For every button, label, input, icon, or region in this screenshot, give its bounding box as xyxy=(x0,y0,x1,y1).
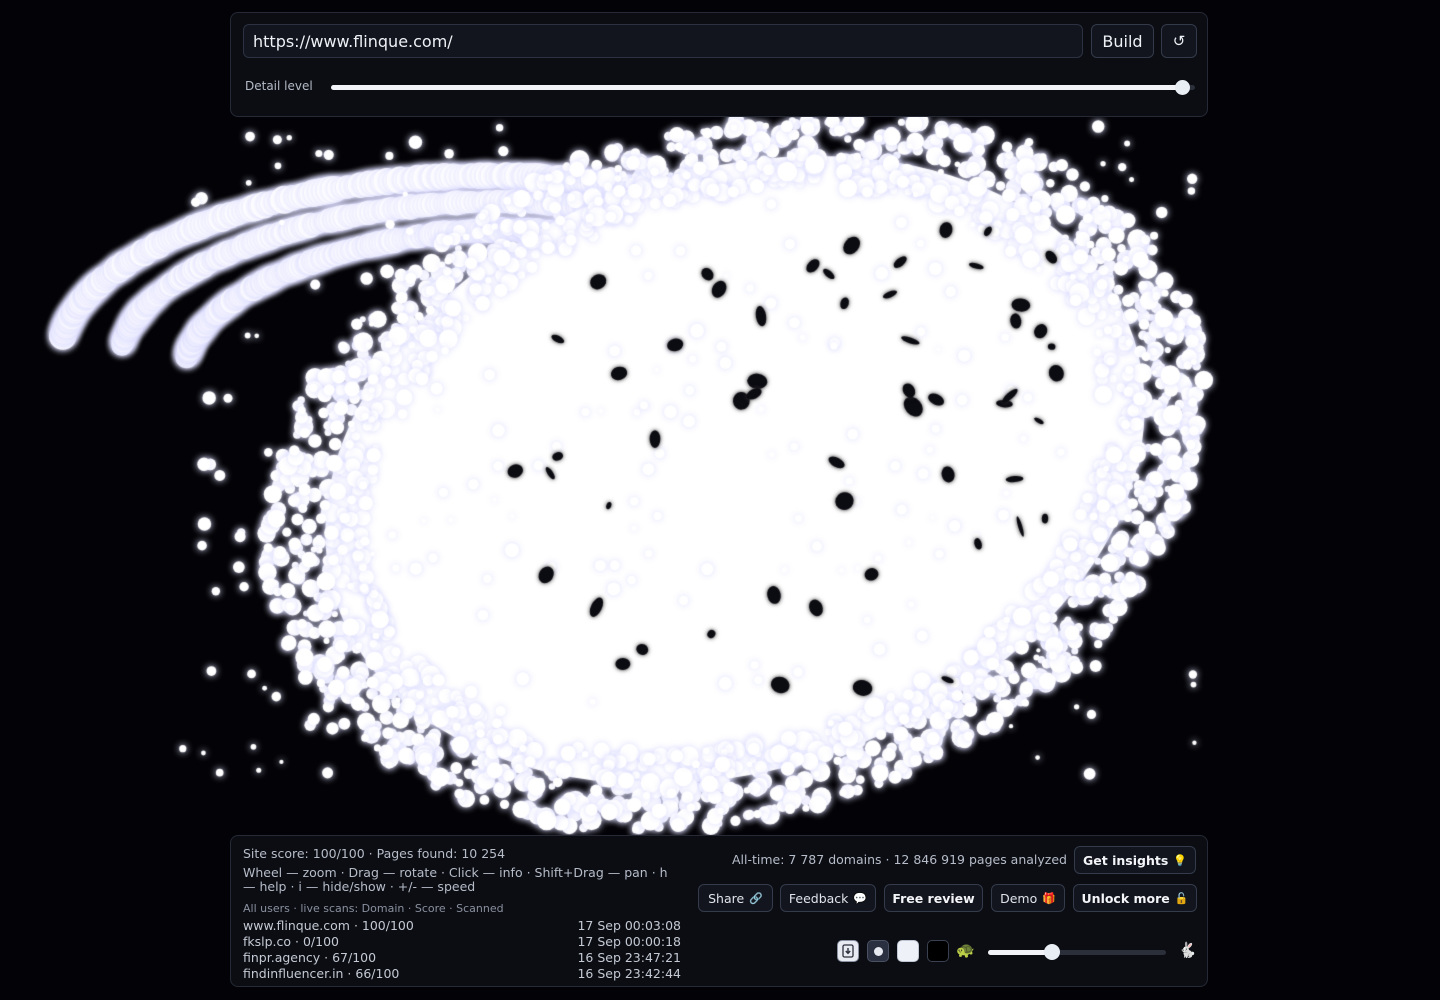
demo-label: Demo xyxy=(1000,890,1038,906)
point-size-button[interactable] xyxy=(867,940,889,962)
build-button[interactable]: Build xyxy=(1091,24,1154,58)
share-button[interactable]: Share 🔗 xyxy=(698,884,773,912)
unlock-icon: 🔓 xyxy=(1174,891,1189,905)
alltime-stats-text: All-time: 7 787 domains · 12 846 919 pag… xyxy=(732,852,1067,867)
speech-bubble-icon: 💬 xyxy=(853,891,868,905)
controls-help-text: Wheel — zoom · Drag — rotate · Click — i… xyxy=(243,865,668,894)
detail-level-fill xyxy=(331,85,1182,90)
share-label: Share xyxy=(708,890,745,906)
white-bg-swatch[interactable] xyxy=(897,940,919,962)
speed-slider[interactable] xyxy=(988,944,1166,960)
lightbulb-icon: 💡 xyxy=(1173,853,1187,867)
reset-icon: ↺ xyxy=(1172,32,1186,50)
link-icon: 🔗 xyxy=(749,891,763,905)
free-review-label: Free review xyxy=(892,890,975,906)
scan-domain: www.flinque.com · 100/100 xyxy=(243,918,414,933)
speed-thumb[interactable] xyxy=(1044,944,1060,960)
dot-icon xyxy=(873,946,883,956)
feedback-button[interactable]: Feedback 💬 xyxy=(780,884,876,912)
scan-time: 16 Sep 23:42:44 xyxy=(577,966,681,981)
reset-button[interactable]: ↺ xyxy=(1161,24,1197,58)
scan-domain: fkslp.co · 0/100 xyxy=(243,934,339,949)
speed-fill xyxy=(988,950,1052,955)
detail-level-label: Detail level xyxy=(245,79,313,93)
scan-row[interactable]: fkslp.co · 0/100 17 Sep 00:00:18 xyxy=(243,934,683,950)
scan-row[interactable]: finpr.agency · 67/100 16 Sep 23:47:21 xyxy=(243,950,683,966)
site-score-text: Site score: 100/100 · Pages found: 10 25… xyxy=(243,846,506,861)
live-scans-list: www.flinque.com · 100/100 17 Sep 00:03:08… xyxy=(243,918,683,982)
download-icon xyxy=(842,944,854,958)
url-input[interactable] xyxy=(243,24,1083,58)
unlock-more-button[interactable]: Unlock more 🔓 xyxy=(1073,884,1197,912)
get-insights-button[interactable]: Get insights 💡 xyxy=(1074,846,1196,874)
download-button[interactable] xyxy=(837,940,859,962)
gift-icon: 🎁 xyxy=(1042,891,1056,905)
url-builder-panel: Build ↺ Detail level xyxy=(230,12,1208,117)
scan-row[interactable]: findinfluencer.in · 66/100 16 Sep 23:42:4… xyxy=(243,966,683,982)
live-scans-header: All users · live scans: Domain · Score ·… xyxy=(243,902,504,915)
scan-domain: finpr.agency · 67/100 xyxy=(243,950,377,965)
scan-time: 17 Sep 00:03:08 xyxy=(577,918,681,933)
detail-level-slider[interactable] xyxy=(331,80,1195,95)
scan-domain: findinfluencer.in · 66/100 xyxy=(243,966,400,981)
demo-button[interactable]: Demo 🎁 xyxy=(991,884,1065,912)
black-bg-swatch[interactable] xyxy=(927,940,949,962)
feedback-label: Feedback xyxy=(788,890,849,906)
get-insights-label: Get insights xyxy=(1083,852,1169,868)
turtle-icon: 🐢 xyxy=(956,941,975,959)
rabbit-icon: 🐇 xyxy=(1178,941,1197,959)
free-review-button[interactable]: Free review xyxy=(884,884,983,912)
stats-panel: Site score: 100/100 · Pages found: 10 25… xyxy=(230,835,1208,987)
detail-level-thumb[interactable] xyxy=(1175,80,1190,95)
unlock-more-label: Unlock more xyxy=(1081,890,1170,906)
scan-time: 16 Sep 23:47:21 xyxy=(577,950,681,965)
scan-row[interactable]: www.flinque.com · 100/100 17 Sep 00:03:08 xyxy=(243,918,683,934)
scan-time: 17 Sep 00:00:18 xyxy=(577,934,681,949)
